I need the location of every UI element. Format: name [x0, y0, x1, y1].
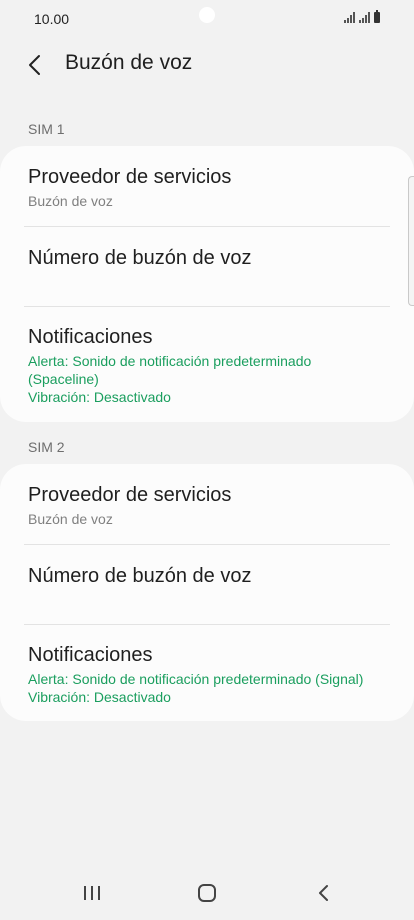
status-bar: 10.00	[0, 0, 414, 40]
provider-title: Proveedor de servicios	[28, 166, 232, 188]
notifications-alert: Alerta: Sonido de notificación predeterm…	[28, 671, 364, 687]
home-icon	[198, 884, 216, 902]
sim1-notifications-row[interactable]: Notificaciones Alerta: Sonido de notific…	[0, 307, 414, 422]
signal-icon	[359, 12, 370, 23]
nav-back-button[interactable]	[308, 878, 338, 908]
section-label-sim1: SIM 1	[28, 121, 65, 137]
notifications-title: Notificaciones	[28, 326, 153, 348]
nav-back-icon	[319, 885, 328, 901]
home-button[interactable]	[192, 878, 222, 908]
provider-value: Buzón de voz	[28, 193, 113, 209]
provider-title: Proveedor de servicios	[28, 484, 232, 506]
notifications-title: Notificaciones	[28, 644, 153, 666]
scrollbar[interactable]	[408, 176, 414, 306]
back-button[interactable]	[20, 50, 50, 80]
notifications-alert-line1: Alerta: Sonido de notificación predeterm…	[28, 353, 312, 369]
battery-icon	[374, 10, 380, 23]
status-time: 10.00	[34, 11, 70, 27]
app-header: Buzón de voz	[0, 44, 414, 84]
voicemail-number-title: Número de buzón de voz	[28, 247, 252, 269]
sim2-card: Proveedor de servicios Buzón de voz Núme…	[0, 464, 414, 721]
voicemail-number-title: Número de buzón de voz	[28, 565, 252, 587]
page-title: Buzón de voz	[65, 51, 193, 74]
sim2-voicemail-number-row[interactable]: Número de buzón de voz	[0, 545, 414, 624]
chevron-left-icon	[29, 55, 40, 75]
section-label-sim2: SIM 2	[28, 439, 65, 455]
navigation-bar	[0, 864, 414, 920]
signal-icon	[344, 12, 355, 23]
sim2-notifications-row[interactable]: Notificaciones Alerta: Sonido de notific…	[0, 625, 414, 721]
recents-icon	[84, 886, 100, 900]
sim2-provider-row[interactable]: Proveedor de servicios Buzón de voz	[0, 464, 414, 544]
front-camera	[199, 7, 215, 23]
notifications-details: Alerta: Sonido de notificación predeterm…	[28, 352, 394, 406]
recents-button[interactable]	[77, 878, 107, 908]
notifications-vibration: Vibración: Desactivado	[28, 689, 171, 705]
sim1-provider-row[interactable]: Proveedor de servicios Buzón de voz	[0, 146, 414, 226]
notifications-alert-line2: (Spaceline)	[28, 371, 99, 387]
status-icons	[344, 10, 380, 23]
sim1-card: Proveedor de servicios Buzón de voz Núme…	[0, 146, 414, 422]
notifications-vibration: Vibración: Desactivado	[28, 389, 171, 405]
sim1-voicemail-number-row[interactable]: Número de buzón de voz	[0, 227, 414, 306]
notifications-details: Alerta: Sonido de notificación predeterm…	[28, 670, 394, 706]
provider-value: Buzón de voz	[28, 511, 113, 527]
